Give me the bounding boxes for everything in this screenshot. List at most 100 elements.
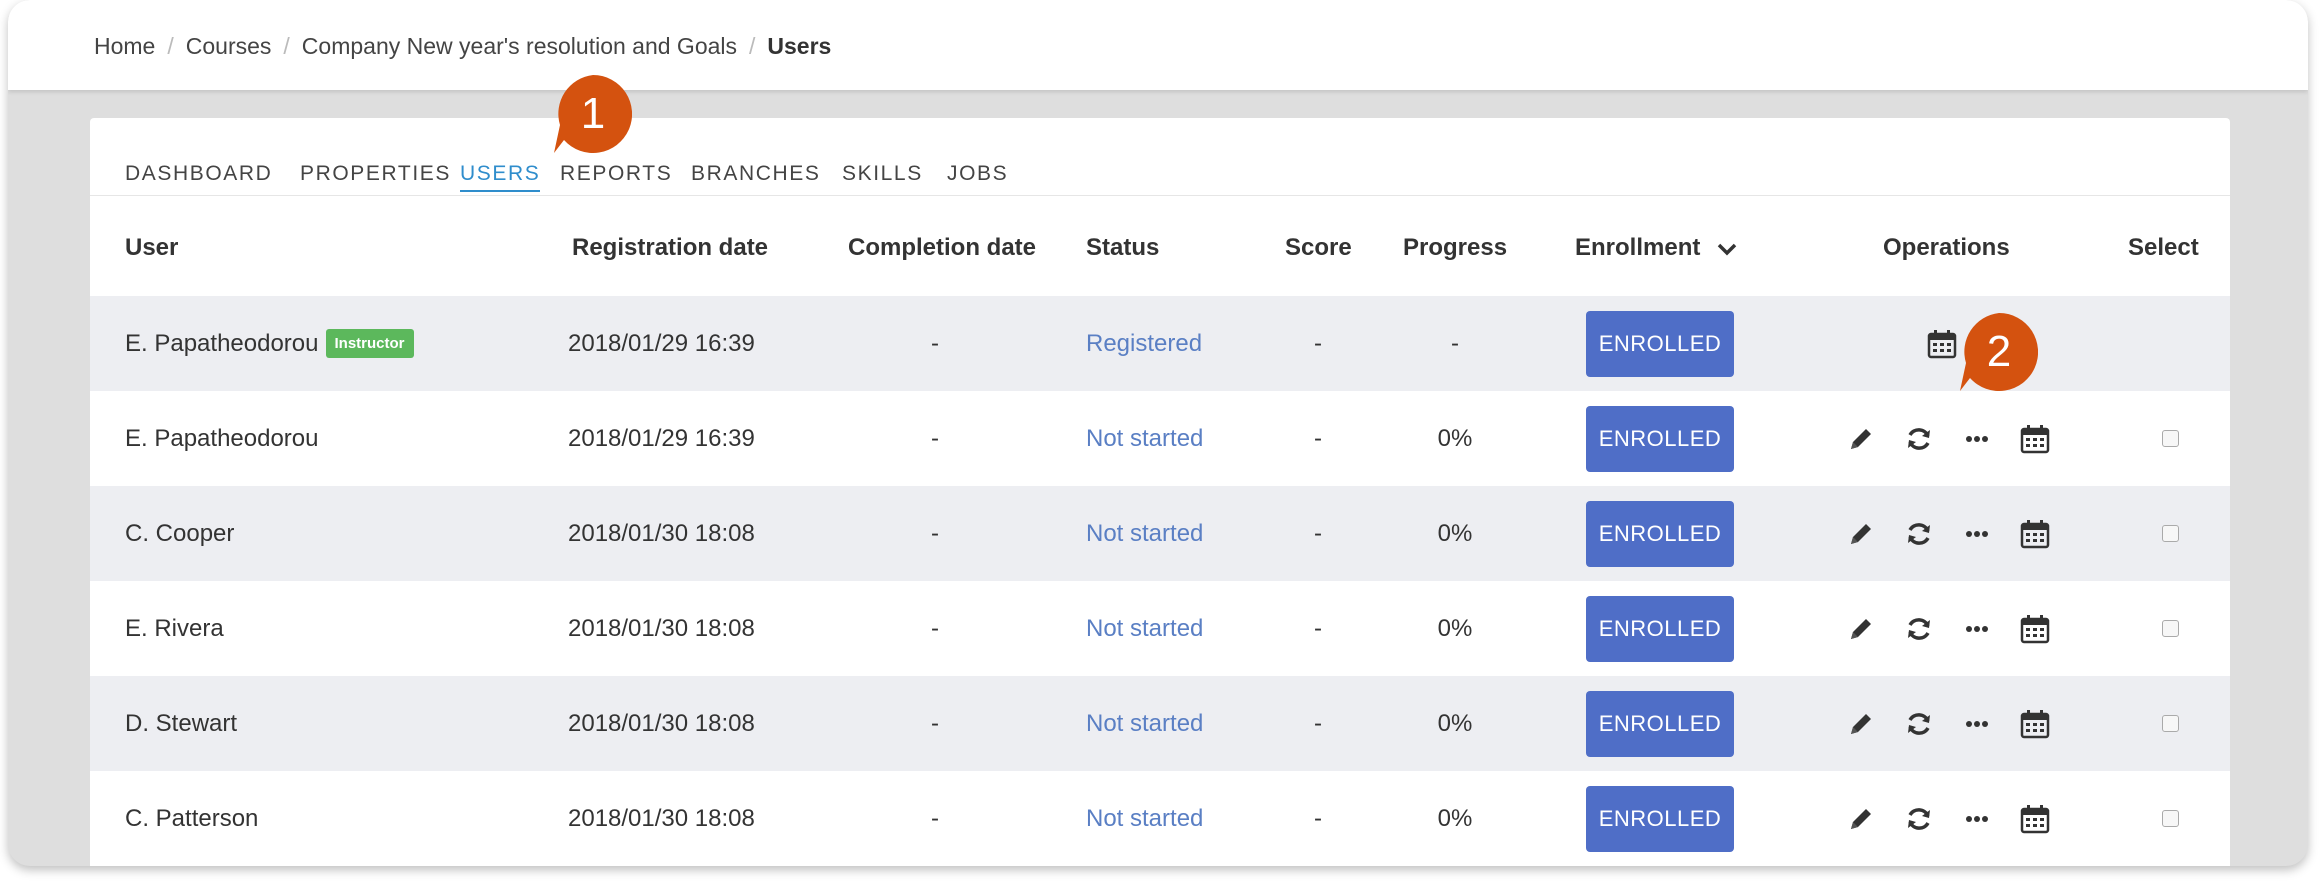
pencil-icon[interactable] [1841, 609, 1881, 649]
status-text: Not started [1086, 709, 1204, 737]
calendar-icon[interactable] [2015, 799, 2055, 839]
registration-date: 2018/01/30 18:08 [568, 804, 755, 832]
status-text: Not started [1086, 519, 1204, 547]
enrollment-cell: ENROLLED [1586, 391, 1734, 486]
tab-jobs[interactable]: JOBS [947, 162, 1008, 190]
enrolled-button[interactable]: ENROLLED [1586, 690, 1734, 757]
tab-reports[interactable]: REPORTS [560, 162, 672, 190]
refresh-icon[interactable] [1899, 514, 1939, 554]
tab-properties[interactable]: PROPERTIES [300, 162, 451, 190]
refresh-icon[interactable] [1899, 704, 1939, 744]
table-row: E. Papatheodorou 2018/01/29 16:39 - Not sta… [90, 391, 2230, 486]
callout-2: 2 [1960, 312, 2039, 391]
enrollment-cell: ENROLLED [1586, 581, 1734, 676]
header-user[interactable]: User [125, 234, 178, 262]
pencil-icon[interactable] [1841, 419, 1881, 459]
breadcrumb-course[interactable]: Company New year's resolution and Goals [302, 33, 737, 60]
breadcrumb-current: Users [767, 33, 832, 59]
top-bar: Home / Courses / Company New year's reso… [8, 0, 2308, 90]
refresh-icon[interactable] [1899, 799, 1939, 839]
breadcrumb-home[interactable]: Home [94, 33, 155, 60]
registration-date: 2018/01/30 18:08 [568, 709, 755, 737]
enrolled-button[interactable]: ENROLLED [1586, 785, 1734, 852]
breadcrumb-separator: / [749, 33, 756, 59]
enrolled-button[interactable]: ENROLLED [1586, 500, 1734, 567]
calendar-icon[interactable] [2015, 514, 2055, 554]
operations-cell [1832, 581, 2064, 676]
user-cell: E. Papatheodorou [125, 391, 319, 486]
header-select: Select [2128, 234, 2199, 261]
select-checkbox[interactable] [2162, 430, 2179, 447]
registration-date: 2018/01/29 16:39 [568, 329, 755, 357]
header-enrollment-label: Enrollment [1575, 234, 1701, 261]
user-name[interactable]: E. Rivera [125, 615, 224, 643]
enrollment-cell: ENROLLED [1586, 296, 1734, 391]
score-value: - [1314, 519, 1322, 547]
ellipsis-icon[interactable] [1957, 609, 1997, 649]
app-window: Home / Courses / Company New year's reso… [8, 0, 2308, 866]
refresh-icon[interactable] [1899, 609, 1939, 649]
operations-cell [1832, 486, 2064, 581]
select-checkbox[interactable] [2162, 715, 2179, 732]
table-row: C. Patterson 2018/01/30 18:08 - Not started… [90, 771, 2230, 866]
breadcrumb: Home / Courses / Company New year's reso… [94, 33, 831, 60]
calendar-icon[interactable] [2015, 704, 2055, 744]
ellipsis-icon[interactable] [1957, 514, 1997, 554]
select-checkbox[interactable] [2162, 810, 2179, 827]
user-name[interactable]: E. Papatheodorou [125, 330, 319, 358]
users-panel: DASHBOARD PROPERTIES USERS REPORTS BRANC… [90, 118, 2230, 866]
user-name[interactable]: C. Patterson [125, 805, 258, 833]
user-name[interactable]: E. Papatheodorou [125, 425, 319, 453]
pencil-icon[interactable] [1841, 799, 1881, 839]
enrolled-button[interactable]: ENROLLED [1586, 405, 1734, 472]
header-operations: Operations [1883, 234, 2010, 261]
score-value: - [1314, 424, 1322, 452]
tab-dashboard[interactable]: DASHBOARD [125, 162, 272, 190]
pencil-icon[interactable] [1841, 514, 1881, 554]
enrolled-button[interactable]: ENROLLED [1586, 595, 1734, 662]
pencil-icon[interactable] [1841, 704, 1881, 744]
callout-1: 1 [554, 74, 633, 153]
calendar-icon[interactable] [2015, 609, 2055, 649]
user-cell: E. Papatheodorou Instructor [125, 296, 414, 391]
operations-cell [1832, 771, 2064, 866]
score-value: - [1314, 614, 1322, 642]
chevron-down-icon [1717, 243, 1737, 256]
user-name[interactable]: C. Cooper [125, 520, 234, 548]
tab-branches[interactable]: BRANCHES [691, 162, 821, 190]
score-value: - [1314, 804, 1322, 832]
calendar-icon[interactable] [1922, 324, 1962, 364]
enrollment-cell: ENROLLED [1586, 676, 1734, 771]
callout-number: 2 [1986, 327, 2012, 376]
header-status[interactable]: Status [1086, 234, 1159, 262]
completion-date: - [931, 709, 939, 737]
select-cell [2162, 391, 2179, 486]
course-tabs: DASHBOARD PROPERTIES USERS REPORTS BRANC… [90, 118, 2230, 196]
table-row: D. Stewart 2018/01/30 18:08 - Not started - 0… [90, 676, 2230, 771]
ellipsis-icon[interactable] [1957, 419, 1997, 459]
breadcrumb-courses[interactable]: Courses [186, 33, 272, 60]
tab-skills[interactable]: SKILLS [842, 162, 923, 190]
header-enrollment[interactable]: Enrollment [1575, 234, 1737, 262]
enrolled-button[interactable]: ENROLLED [1586, 310, 1734, 377]
instructor-badge: Instructor [325, 329, 414, 358]
select-checkbox[interactable] [2162, 525, 2179, 542]
ellipsis-icon[interactable] [1957, 799, 1997, 839]
header-score[interactable]: Score [1285, 234, 1352, 262]
progress-value: 0% [1437, 424, 1473, 452]
select-checkbox[interactable] [2162, 620, 2179, 637]
registration-date: 2018/01/29 16:39 [568, 424, 755, 452]
header-completion-date[interactable]: Completion date [848, 234, 1036, 262]
status-text: Not started [1086, 614, 1204, 642]
registration-date: 2018/01/30 18:08 [568, 614, 755, 642]
header-progress[interactable]: Progress [1403, 234, 1507, 262]
progress-value: 0% [1437, 804, 1473, 832]
refresh-icon[interactable] [1899, 419, 1939, 459]
ellipsis-icon[interactable] [1957, 704, 1997, 744]
calendar-icon[interactable] [2015, 419, 2055, 459]
tab-users[interactable]: USERS [460, 162, 541, 192]
header-registration-date[interactable]: Registration date [572, 234, 768, 262]
status-text: Not started [1086, 804, 1204, 832]
user-name[interactable]: D. Stewart [125, 710, 237, 738]
status-text: Registered [1086, 329, 1203, 357]
